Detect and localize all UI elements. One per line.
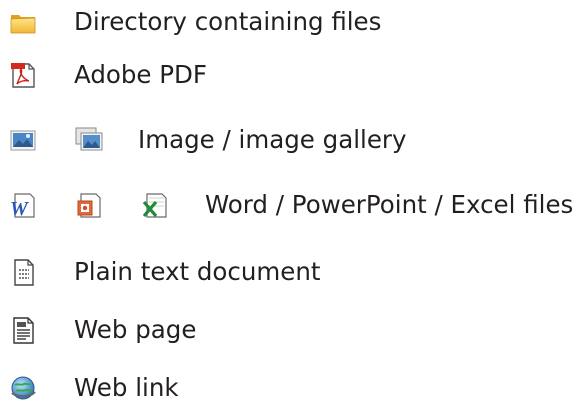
svg-text:W: W <box>10 198 29 220</box>
legend-item-pdf: Adobe PDF <box>8 55 207 95</box>
legend-label-pdf: Adobe PDF <box>74 60 208 89</box>
powerpoint-file-icon <box>74 190 104 220</box>
text-document-icon <box>8 257 38 287</box>
legend-item-directory: Directory containing files <box>8 2 381 42</box>
file-type-legend: Directory containing files Adobe PDF Ima… <box>0 0 579 417</box>
legend-label-web-link: Web link <box>74 373 179 402</box>
image-file-icon <box>8 125 38 155</box>
web-page-icon <box>8 315 38 345</box>
word-file-icon: W <box>8 190 38 220</box>
legend-label-directory: Directory containing files <box>74 7 382 36</box>
web-link-icon <box>8 373 38 403</box>
legend-item-office: W Word / PowerPoint / Excel files <box>8 185 573 225</box>
legend-label-office: Word / PowerPoint / Excel files <box>205 190 574 219</box>
legend-item-web-link: Web link <box>8 368 179 408</box>
legend-label-text: Plain text document <box>74 257 321 286</box>
legend-item-text: Plain text document <box>8 252 320 292</box>
legend-item-web-page: Web page <box>8 310 196 350</box>
excel-file-icon <box>140 190 170 220</box>
legend-label-web-page: Web page <box>74 315 197 344</box>
legend-label-image: Image / image gallery <box>138 125 407 154</box>
image-gallery-icon <box>74 125 104 155</box>
folder-icon <box>8 7 38 37</box>
legend-item-image: Image / image gallery <box>8 120 406 160</box>
pdf-file-icon <box>8 60 38 90</box>
